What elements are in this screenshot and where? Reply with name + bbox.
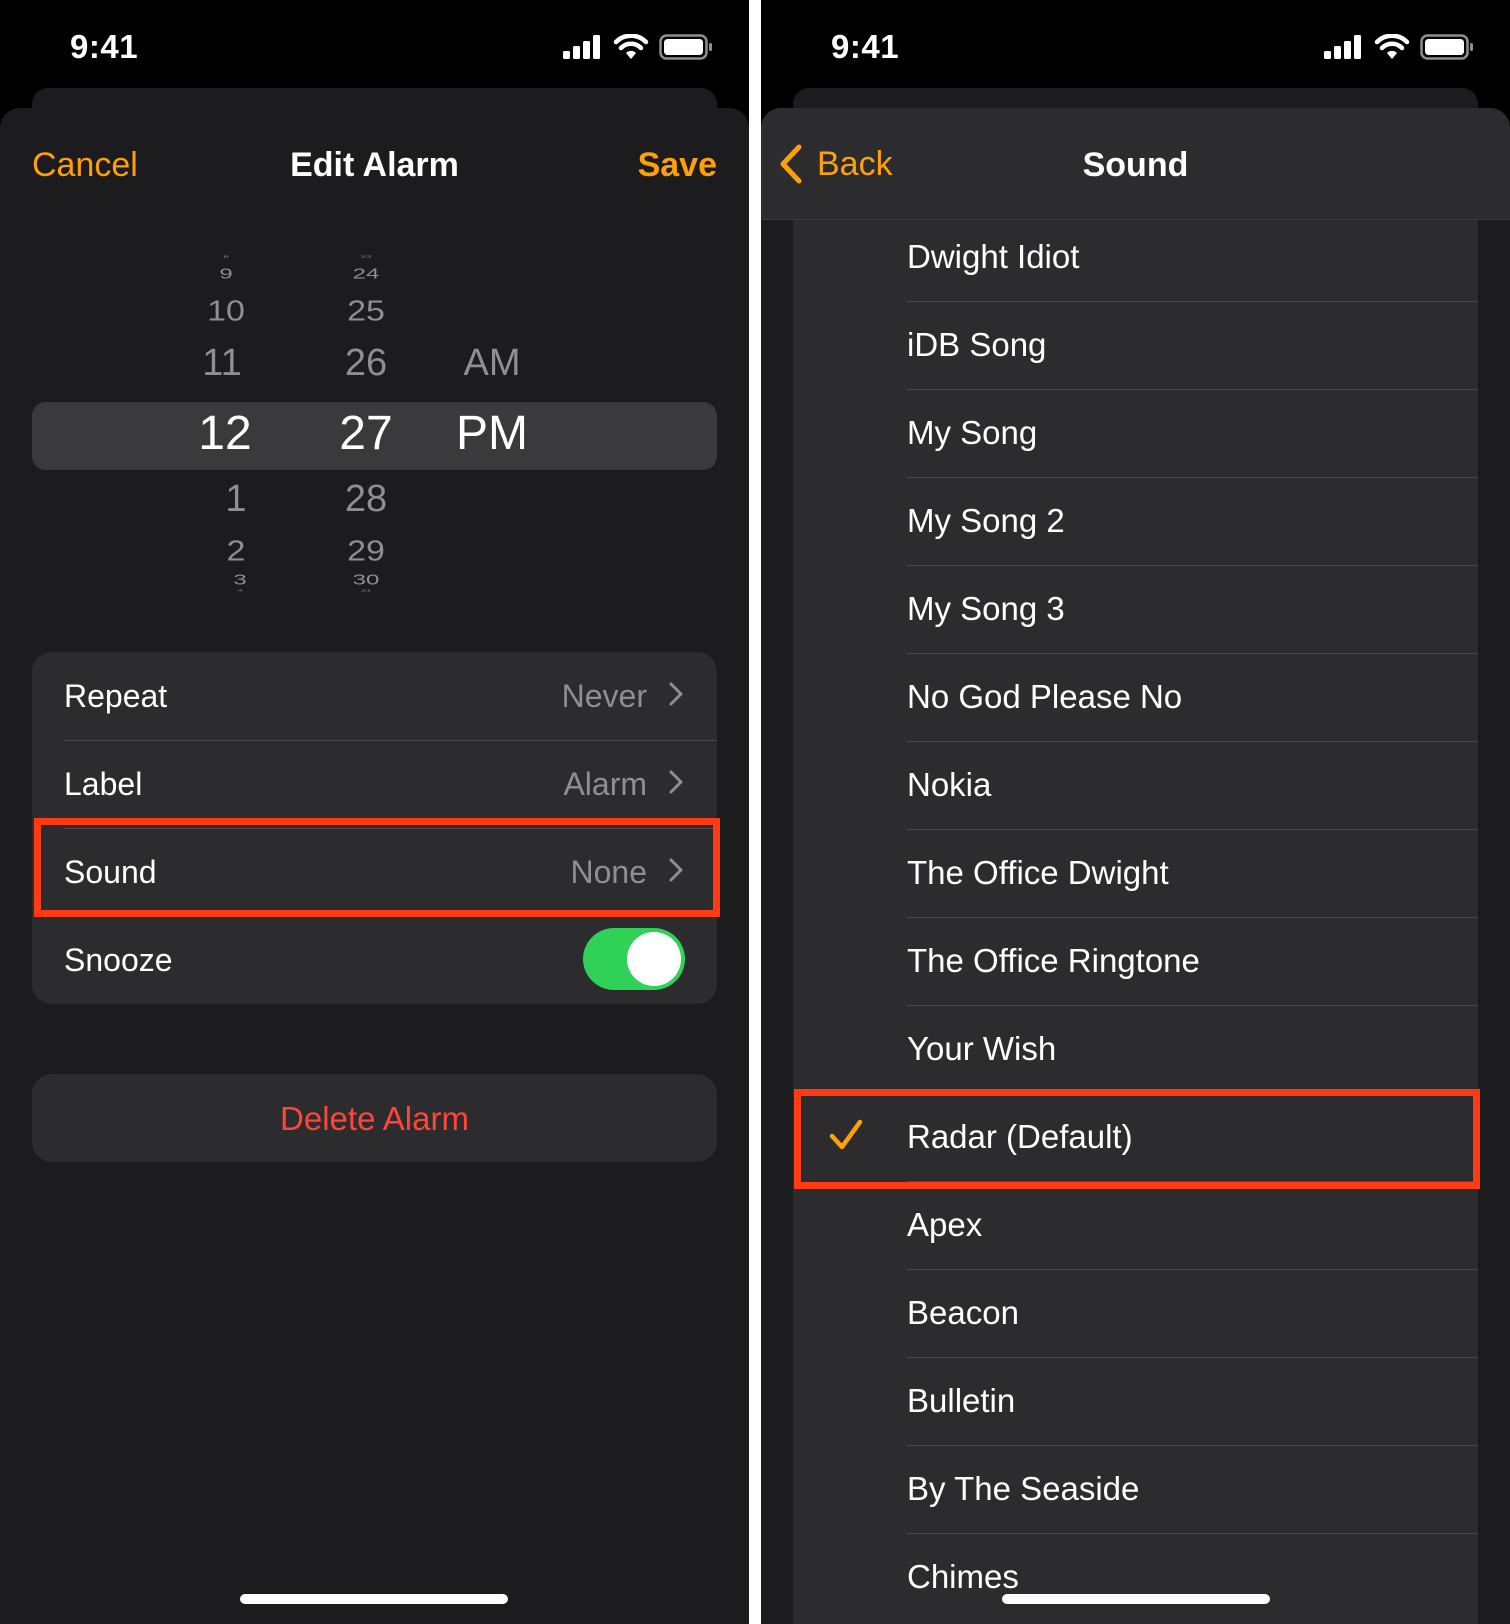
nav-bar: Back Sound bbox=[761, 108, 1510, 220]
sound-option-label: The Office Ringtone bbox=[907, 942, 1200, 979]
save-button[interactable]: Save bbox=[638, 146, 717, 185]
delete-alarm-button[interactable]: Delete Alarm bbox=[32, 1074, 717, 1162]
picker-hour: 2 bbox=[226, 534, 246, 568]
snooze-row: Snooze bbox=[32, 916, 717, 1004]
picker-minute: 30 bbox=[352, 571, 380, 589]
picker-hour: 1 bbox=[225, 478, 247, 520]
status-bar: 9:41 bbox=[0, 0, 749, 100]
sound-option-label: Nokia bbox=[907, 766, 992, 803]
picker-minute: 29 bbox=[347, 534, 385, 568]
picker-minute: 25 bbox=[347, 294, 385, 328]
sound-option[interactable]: Chimes bbox=[793, 1534, 1478, 1622]
toggle-knob bbox=[627, 932, 681, 986]
sound-option[interactable]: The Office Ringtone bbox=[793, 918, 1478, 1006]
sound-option-label: My Song bbox=[907, 414, 1038, 451]
sound-option[interactable]: The Office Dwight bbox=[793, 830, 1478, 918]
picker-hour: 11 bbox=[202, 342, 242, 384]
picker-minute: 28 bbox=[344, 478, 388, 520]
sound-option-label: My Song 2 bbox=[907, 502, 1065, 539]
picker-minute-selected: 27 bbox=[339, 407, 393, 460]
time-picker[interactable]: 8 9 10 11 12 1 2 3 4 23 24 25 26 27 28 2… bbox=[0, 250, 749, 600]
picker-hour: 3 bbox=[233, 571, 247, 589]
home-indicator bbox=[240, 1594, 508, 1604]
picker-minute: 31 bbox=[360, 589, 372, 593]
sound-option[interactable]: Bulletin bbox=[793, 1358, 1478, 1446]
wifi-icon bbox=[613, 34, 649, 59]
sound-option-label: Your Wish bbox=[907, 1030, 1057, 1067]
sound-option-label: Apex bbox=[907, 1206, 983, 1243]
home-indicator bbox=[1002, 1594, 1270, 1604]
sound-list: Dwight Idiot iDB Song My Song My Song 2 My S… bbox=[793, 220, 1478, 1624]
status-bar: 9:41 bbox=[761, 0, 1510, 100]
picker-hour: 4 bbox=[237, 589, 243, 593]
edit-alarm-screen: 9:41 Cancel Edit Alarm Save 8 9 10 11 12… bbox=[0, 0, 749, 1624]
sound-option[interactable]: No God Please No bbox=[793, 654, 1478, 742]
sound-option-label: Beacon bbox=[907, 1294, 1019, 1331]
status-icons bbox=[1324, 34, 1474, 60]
label-row[interactable]: Label Alarm bbox=[32, 740, 717, 828]
picker-minute: 26 bbox=[344, 342, 388, 384]
label-label: Label bbox=[64, 766, 143, 802]
sound-option-label: Chimes bbox=[907, 1558, 1019, 1595]
picker-hour-selected: 12 bbox=[198, 407, 252, 460]
sound-option[interactable]: My Song 2 bbox=[793, 478, 1478, 566]
sound-option[interactable]: By The Seaside bbox=[793, 1446, 1478, 1534]
sound-option[interactable]: Nokia bbox=[793, 742, 1478, 830]
sound-picker-screen: 9:41 Back Sound Dwight Idiot iDB Song My… bbox=[761, 0, 1510, 1624]
sound-option-label: iDB Song bbox=[907, 326, 1047, 363]
sound-option[interactable]: Beacon bbox=[793, 1270, 1478, 1358]
selected-sound-highlight bbox=[794, 1089, 1480, 1189]
status-icons bbox=[563, 34, 713, 60]
label-value: Alarm bbox=[563, 766, 647, 802]
sound-option-label: No God Please No bbox=[907, 678, 1183, 715]
delete-alarm-label: Delete Alarm bbox=[280, 1100, 469, 1137]
sound-option-label: By The Seaside bbox=[907, 1470, 1140, 1507]
wifi-icon bbox=[1374, 34, 1410, 59]
sound-option-label: Dwight Idiot bbox=[907, 238, 1080, 275]
sound-option[interactable]: Apex bbox=[793, 1182, 1478, 1270]
repeat-value: Never bbox=[561, 678, 647, 714]
chevron-right-icon bbox=[669, 682, 683, 706]
chevron-right-icon bbox=[669, 770, 683, 794]
snooze-toggle[interactable] bbox=[583, 928, 685, 990]
signal-icon bbox=[563, 35, 600, 59]
status-time: 9:41 bbox=[831, 28, 900, 65]
sound-option[interactable]: My Song 3 bbox=[793, 566, 1478, 654]
picker-minute: 24 bbox=[352, 265, 380, 283]
status-time: 9:41 bbox=[70, 28, 139, 65]
picker-hour: 9 bbox=[219, 265, 233, 283]
picker-period-selected: PM bbox=[456, 407, 528, 460]
page-title: Sound bbox=[1082, 146, 1189, 184]
sound-option-label: My Song 3 bbox=[907, 590, 1065, 627]
battery-icon bbox=[1420, 34, 1473, 60]
picker-minute: 23 bbox=[360, 255, 372, 259]
picker-period: AM bbox=[463, 342, 521, 384]
sound-option-label: The Office Dwight bbox=[907, 854, 1169, 891]
sound-option[interactable]: Your Wish bbox=[793, 1006, 1478, 1094]
sound-option[interactable]: iDB Song bbox=[793, 302, 1478, 390]
sound-option[interactable]: Dwight Idiot bbox=[793, 214, 1478, 302]
sound-row-highlight bbox=[34, 818, 720, 917]
nav-bar: Cancel Edit Alarm Save bbox=[0, 108, 749, 220]
sound-option-label: Bulletin bbox=[907, 1382, 1016, 1419]
sound-sheet: Back Sound Dwight Idiot iDB Song My Song My… bbox=[761, 108, 1510, 1624]
picker-hour: 8 bbox=[223, 255, 229, 259]
snooze-label: Snooze bbox=[64, 942, 173, 978]
signal-icon bbox=[1324, 35, 1361, 59]
repeat-label: Repeat bbox=[64, 678, 168, 714]
sound-option[interactable]: My Song bbox=[793, 390, 1478, 478]
picker-hour: 10 bbox=[207, 294, 245, 328]
battery-icon bbox=[659, 34, 712, 60]
repeat-row[interactable]: Repeat Never bbox=[32, 652, 717, 740]
